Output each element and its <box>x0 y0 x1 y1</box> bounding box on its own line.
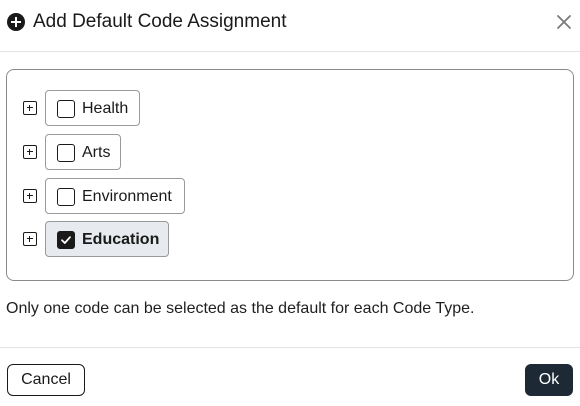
plus-square-icon[interactable] <box>23 101 37 115</box>
tree-chip-arts[interactable]: Arts <box>45 134 121 170</box>
tree-item-label: Arts <box>82 144 111 161</box>
checkbox-health[interactable] <box>57 100 75 118</box>
cancel-button[interactable]: Cancel <box>7 364 85 396</box>
close-icon[interactable] <box>554 12 574 32</box>
helper-text: Only one code can be selected as the def… <box>6 300 475 317</box>
tree-item-label: Environment <box>82 188 172 205</box>
tree-item-label: Education <box>82 231 160 248</box>
tree-chip-health[interactable]: Health <box>45 90 140 126</box>
plus-square-icon[interactable] <box>23 189 37 203</box>
code-tree: Health Arts Environment Education <box>6 69 574 281</box>
plus-square-icon[interactable] <box>23 145 37 159</box>
ok-button[interactable]: Ok <box>525 364 573 396</box>
dialog-footer: Cancel Ok <box>0 347 580 406</box>
tree-item-label: Health <box>82 100 129 117</box>
checkbox-arts[interactable] <box>57 144 75 162</box>
tree-chip-education[interactable]: Education <box>45 221 169 257</box>
dialog-title: Add Default Code Assignment <box>33 11 287 32</box>
checkbox-education[interactable] <box>57 231 75 249</box>
plus-circle-icon <box>7 13 25 31</box>
checkbox-environment[interactable] <box>57 188 75 206</box>
check-icon <box>61 236 71 244</box>
dialog-header: Add Default Code Assignment <box>0 0 580 52</box>
tree-chip-environment[interactable]: Environment <box>45 178 185 214</box>
plus-square-icon[interactable] <box>23 232 37 246</box>
